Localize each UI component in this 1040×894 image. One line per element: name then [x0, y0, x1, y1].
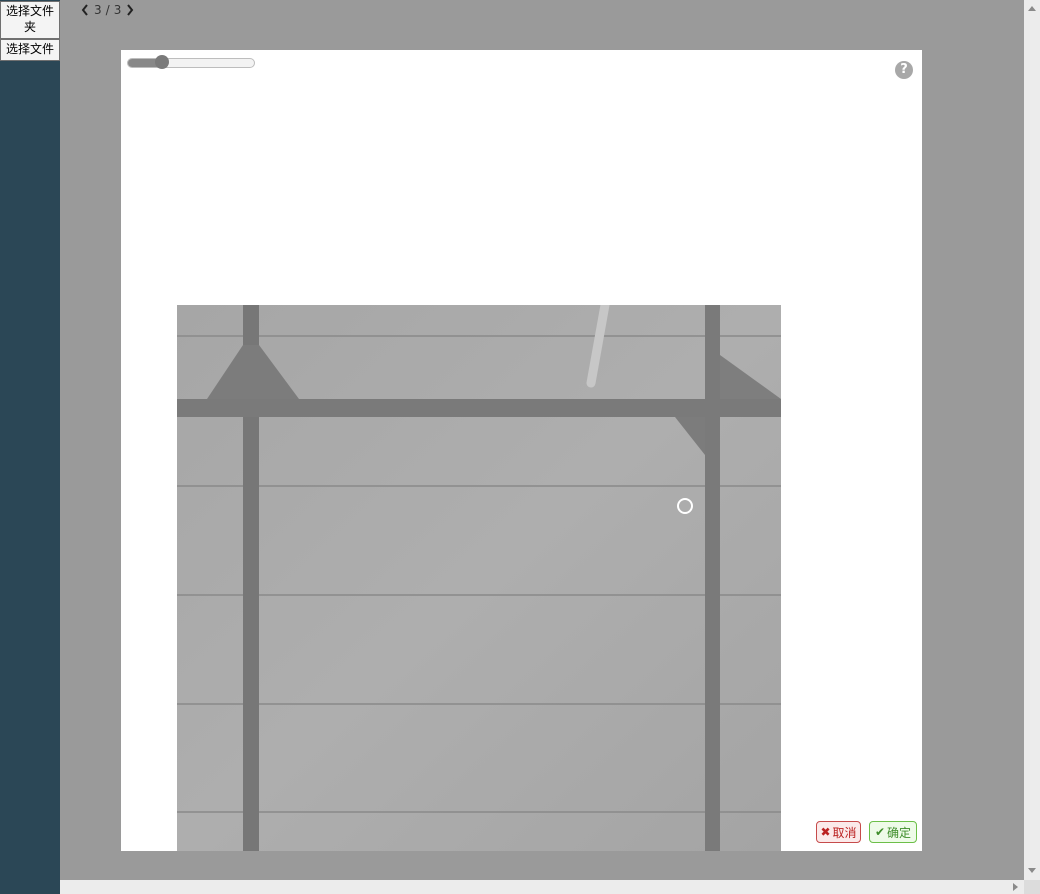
prev-image-icon[interactable] [80, 3, 90, 17]
help-icon[interactable]: ? [895, 61, 913, 79]
image-pager: 3 / 3 [80, 2, 135, 18]
confirm-label: 确定 [887, 825, 912, 840]
scrollbar-corner [1024, 880, 1040, 894]
confirm-button[interactable]: ✔ 确定 [869, 821, 917, 843]
check-icon: ✔ [874, 825, 886, 839]
next-image-icon[interactable] [125, 3, 135, 17]
horizontal-scrollbar[interactable] [60, 880, 1024, 894]
current-page: 3 [94, 3, 102, 17]
vertical-scrollbar[interactable] [1024, 0, 1040, 880]
cancel-button[interactable]: ✖ 取消 [816, 821, 861, 843]
scroll-right-icon[interactable] [1013, 883, 1018, 891]
scroll-up-icon[interactable] [1028, 6, 1036, 11]
solar-cell-el-image[interactable] [177, 305, 781, 851]
select-folder-button[interactable]: 选择文件夹 [0, 1, 60, 39]
zoom-slider[interactable] [127, 55, 255, 69]
el-image-drawing [177, 305, 781, 851]
sidebar: 选择文件夹 选择文件 [0, 0, 60, 894]
zoom-slider-thumb[interactable] [155, 55, 170, 69]
close-icon: ✖ [820, 825, 831, 839]
select-file-button[interactable]: 选择文件 [0, 39, 60, 61]
scroll-down-icon[interactable] [1028, 868, 1036, 873]
page-separator: / [105, 3, 110, 17]
cancel-label: 取消 [832, 825, 857, 840]
total-pages: 3 [113, 3, 122, 17]
image-annotation-dialog: ? ✖ 取消 ✔ 确定 [121, 50, 922, 851]
